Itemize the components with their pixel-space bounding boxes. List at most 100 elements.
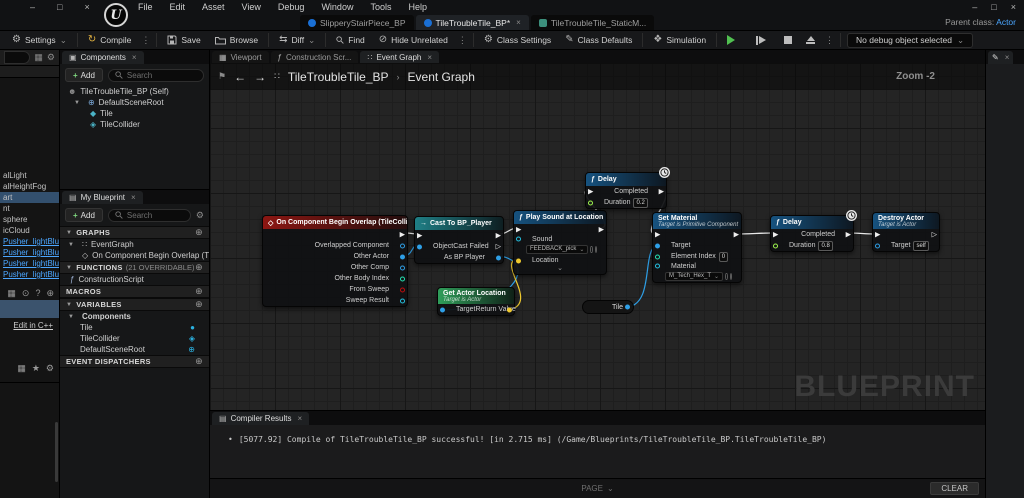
pin-other-comp[interactable] xyxy=(400,265,405,270)
simulation-button[interactable]: ❖ Simulation xyxy=(649,32,710,48)
use-selected-icon[interactable] xyxy=(725,273,727,280)
menu-file[interactable]: File xyxy=(138,2,153,12)
menu-help[interactable]: Help xyxy=(408,2,427,12)
menu-asset[interactable]: Asset xyxy=(202,2,225,12)
collapse-arrow-icon[interactable]: ▼ xyxy=(68,314,74,320)
compile-options-icon[interactable]: ⋮ xyxy=(141,35,150,46)
collapse-arrow-icon[interactable]: ▼ xyxy=(68,242,74,248)
gear-icon[interactable]: ⚙ xyxy=(196,210,204,221)
compile-button[interactable]: ↻ Compile xyxy=(84,32,136,48)
tab-components[interactable]: ▣ Components × xyxy=(62,51,144,64)
asset-tab-staticmesh[interactable]: TileTroubleTile_StaticM... xyxy=(531,15,654,30)
collapse-arrow-icon[interactable]: ▼ xyxy=(66,265,72,271)
exec-pin-out[interactable]: ▷ xyxy=(932,231,937,238)
target-icon[interactable]: ⊙ xyxy=(22,288,30,299)
my-blueprint-search-input[interactable]: Search xyxy=(108,209,191,222)
scrollbar[interactable] xyxy=(55,422,58,482)
outliner-row[interactable]: icCloud xyxy=(0,225,59,236)
save-button[interactable]: Save xyxy=(163,32,204,48)
frame-skip-button[interactable] xyxy=(752,32,774,48)
node-cast-to-bp-player[interactable]: → Cast To BP_Player ▶▶ Object Cast Faile… xyxy=(414,216,504,264)
restore-icon[interactable]: □ xyxy=(991,2,996,12)
close-icon[interactable]: × xyxy=(131,193,136,202)
outliner-row[interactable]: Pusher_lightBlue_bp xyxy=(0,258,59,269)
hide-unrelated-button[interactable]: ⊘ Hide Unrelated xyxy=(375,32,452,48)
page-dropdown[interactable]: PAGE ⌄ xyxy=(581,484,613,493)
close-icon[interactable]: × xyxy=(297,414,302,423)
exec-pin-out[interactable]: ▶ xyxy=(496,232,501,239)
pin-duration[interactable] xyxy=(773,243,778,248)
exec-pin-out[interactable]: ▶ xyxy=(599,226,604,233)
pin-target[interactable] xyxy=(875,243,880,248)
outliner-row[interactable]: nt xyxy=(0,203,59,214)
menu-view[interactable]: View xyxy=(242,2,261,12)
components-search-input[interactable]: Search xyxy=(108,69,204,82)
exec-pin-completed[interactable]: ▶ xyxy=(846,231,851,238)
class-defaults-button[interactable]: ✎ Class Defaults xyxy=(561,32,636,48)
diff-button[interactable]: ⇆ Diff ⌄ xyxy=(275,32,319,48)
exec-pin-in[interactable]: ▶ xyxy=(417,232,422,239)
compiler-message-row[interactable]: • [5077.92] Compile of TileTroubleTile_B… xyxy=(210,425,985,444)
section-macros[interactable]: MACROS ⊕ xyxy=(60,285,209,298)
asset-tab-slipperystair[interactable]: SlipperyStairPiece_BP xyxy=(300,15,414,30)
element-index-value-field[interactable]: 0 xyxy=(719,252,728,262)
menu-tools[interactable]: Tools xyxy=(370,2,391,12)
asset-tab-tiletroubletile[interactable]: TileTroubleTile_BP* × xyxy=(416,15,529,30)
browse-asset-icon[interactable] xyxy=(730,273,732,280)
exec-pin-in[interactable]: ▶ xyxy=(773,231,778,238)
exec-pin-in[interactable]: ▶ xyxy=(588,188,593,195)
add-dispatcher-icon[interactable]: ⊕ xyxy=(195,356,203,367)
exec-pin-out[interactable]: ▶ xyxy=(400,231,405,238)
pin-sound[interactable] xyxy=(516,237,521,242)
pin-location[interactable] xyxy=(516,258,521,263)
event-node-row[interactable]: ◇ On Component Begin Overlap (TileCollid… xyxy=(60,250,209,261)
close-icon[interactable]: × xyxy=(427,53,432,62)
create-folder-icon[interactable]: ▦ xyxy=(34,52,43,63)
node-get-tile-variable[interactable]: Tile xyxy=(582,300,634,314)
pin-as-bp-player[interactable] xyxy=(496,255,501,260)
exec-pin-out[interactable]: ▶ xyxy=(734,231,739,238)
find-button[interactable]: Find xyxy=(332,32,369,48)
lock-icon[interactable]: ⊕ xyxy=(46,288,54,299)
node-destroy-actor[interactable]: Destroy Actor Target is Actor ▶▷ Target … xyxy=(872,212,940,252)
grid-icon[interactable]: ▦ xyxy=(7,288,16,299)
gear-icon[interactable]: ⚙ xyxy=(46,363,54,374)
clear-button[interactable]: CLEAR xyxy=(930,482,979,495)
pin-other-body-index[interactable] xyxy=(400,276,405,281)
menu-window[interactable]: Window xyxy=(321,2,353,12)
menu-edit[interactable]: Edit xyxy=(170,2,186,12)
node-delay-1[interactable]: ƒ Delay ▶ Completed▶ Duration 0.2 xyxy=(585,172,667,209)
node-set-material[interactable]: Set Material Target is Primitive Compone… xyxy=(652,212,742,283)
outliner-row[interactable]: Pusher_lightBlue_bp xyxy=(0,236,59,247)
exec-pin-in[interactable]: ▶ xyxy=(516,226,521,233)
target-value-field[interactable]: self xyxy=(913,241,928,251)
play-options-icon[interactable]: ⋮ xyxy=(825,35,834,46)
grid-icon[interactable]: ▦ xyxy=(17,363,26,374)
exec-pin-in[interactable]: ▶ xyxy=(655,231,660,238)
event-graph-canvas[interactable]: ◇ On Component Begin Overlap (TileCollid… xyxy=(210,63,985,410)
material-asset-dropdown[interactable]: M_Tech_Hex_T⌄ xyxy=(665,272,723,281)
component-row-self[interactable]: ☻ TileTroubleTile_BP (Self) xyxy=(60,86,209,97)
section-functions[interactable]: ▼ FUNCTIONS (21 OVERRIDABLE) ⊕ xyxy=(60,261,209,274)
browse-button[interactable]: Browse xyxy=(211,32,262,48)
exec-pin-completed[interactable]: ▶ xyxy=(659,188,664,195)
variables-group-components[interactable]: ▼ Components xyxy=(60,311,209,322)
expand-node-chevron-icon[interactable]: ⌄ xyxy=(514,266,606,274)
exec-pin-cast-failed[interactable]: ▷ xyxy=(496,243,501,250)
pin-overlapped-component[interactable] xyxy=(400,243,405,248)
pin-duration[interactable] xyxy=(588,200,593,205)
tab-compiler-results[interactable]: ▤ Compiler Results × xyxy=(212,412,309,425)
collapse-arrow-icon[interactable]: ▼ xyxy=(66,302,72,308)
close-icon[interactable]: × xyxy=(132,53,137,62)
outliner-row[interactable]: Pusher_lightBlue_bp xyxy=(0,269,59,280)
sound-asset-dropdown[interactable]: FEEDBACK_pick⌄ xyxy=(526,245,588,254)
section-variables[interactable]: ▼ VARIABLES ⊕ xyxy=(60,298,209,311)
use-selected-icon[interactable] xyxy=(590,246,592,253)
debug-object-dropdown[interactable]: No debug object selected ⌄ xyxy=(847,33,973,48)
component-row-tilecollider[interactable]: ◈ TileCollider xyxy=(60,119,209,130)
gear-icon[interactable]: ⚙ xyxy=(47,52,55,63)
hide-unrelated-options-icon[interactable]: ⋮ xyxy=(458,35,467,46)
help-icon[interactable]: ? xyxy=(35,288,40,298)
construction-script-row[interactable]: ƒ ConstructionScript xyxy=(60,274,209,285)
outliner-row-selected[interactable]: art xyxy=(0,192,59,203)
